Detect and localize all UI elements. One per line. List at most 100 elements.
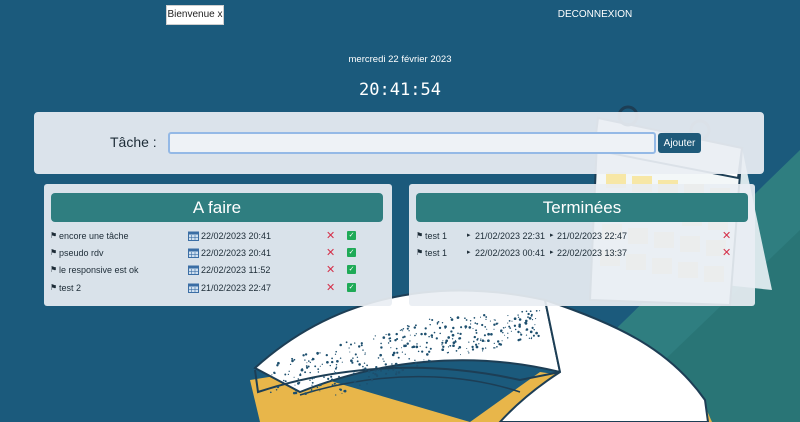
speckle — [468, 326, 472, 329]
speckle — [385, 372, 388, 375]
logout-link[interactable]: DECONNEXION — [540, 8, 650, 22]
flag-icon: ⚑ — [416, 248, 424, 257]
done-title: Terminées — [416, 193, 748, 222]
speckle — [508, 319, 511, 322]
todo-item-date: 22/02/2023 20:41 — [201, 231, 272, 241]
speckle — [384, 363, 387, 366]
calendar-icon — [188, 283, 199, 293]
speckle — [319, 365, 321, 367]
check-icon[interactable]: ✓ — [347, 283, 356, 292]
speckle — [316, 389, 318, 391]
speckle — [394, 339, 397, 342]
speckle — [349, 351, 351, 353]
speckle — [356, 360, 359, 363]
check-icon[interactable]: ✓ — [347, 248, 356, 257]
speckle — [513, 324, 517, 327]
speckle — [402, 336, 405, 339]
speckle — [476, 322, 479, 325]
speckle — [430, 334, 434, 337]
speckle — [508, 325, 511, 328]
speckle — [484, 326, 487, 328]
speckle — [449, 345, 452, 347]
todo-item-name: test 2 — [59, 283, 82, 293]
speckle — [387, 342, 390, 344]
calendar-icon — [188, 248, 199, 258]
speckle — [408, 330, 410, 332]
delete-icon[interactable]: ✕ — [326, 280, 335, 296]
speckle — [539, 310, 541, 312]
speckle — [497, 322, 499, 324]
speckle — [502, 326, 505, 329]
speckle — [441, 322, 444, 324]
check-icon[interactable]: ✓ — [347, 231, 356, 240]
speckle — [364, 352, 366, 354]
speckle — [401, 347, 402, 349]
speckle — [348, 347, 350, 349]
flag-icon: ⚑ — [50, 265, 58, 274]
add-task-button[interactable]: Ajouter — [658, 133, 701, 153]
delete-icon[interactable]: ✕ — [722, 228, 731, 244]
speckle — [483, 334, 486, 337]
speckle — [367, 375, 370, 378]
speckle — [409, 334, 411, 336]
speckle — [294, 384, 296, 386]
delete-icon[interactable]: ✕ — [326, 245, 335, 261]
speckle — [334, 367, 337, 370]
speckle — [304, 392, 307, 395]
speckle — [507, 315, 509, 317]
speckle — [520, 332, 522, 334]
speckle — [370, 378, 374, 382]
task-input[interactable] — [168, 132, 656, 154]
speckle — [380, 342, 382, 345]
speckle — [493, 342, 495, 345]
speckle — [486, 328, 488, 330]
speckle — [339, 388, 343, 391]
speckle — [465, 327, 467, 329]
speckle — [319, 390, 321, 392]
delete-icon[interactable]: ✕ — [326, 262, 335, 278]
speckle — [446, 352, 449, 354]
speckle — [513, 317, 517, 321]
speckle — [401, 368, 405, 372]
speckle — [374, 369, 377, 372]
digital-clock: 20:41:54 — [359, 80, 441, 100]
speckle — [493, 347, 495, 349]
delete-icon[interactable]: ✕ — [326, 228, 335, 244]
speckle — [412, 345, 416, 349]
speckle — [317, 353, 319, 355]
speckle — [465, 319, 468, 321]
speckle — [382, 336, 386, 339]
speckle — [455, 350, 458, 352]
speckle — [469, 319, 472, 322]
speckle — [401, 351, 403, 353]
speckle — [406, 324, 409, 327]
todo-item: ⚑ test 2 21/02/2023 22:47 ✕ ✓ — [50, 280, 360, 296]
speckle — [479, 316, 482, 318]
speckle — [531, 326, 534, 329]
speckle — [276, 385, 280, 389]
speckle — [311, 377, 314, 380]
speckle — [311, 359, 313, 361]
speckle — [429, 323, 431, 326]
speckle — [367, 370, 371, 373]
speckle — [294, 389, 297, 392]
speckle — [485, 318, 487, 321]
check-icon[interactable]: ✓ — [347, 265, 356, 274]
speckle — [288, 370, 290, 372]
speckle — [517, 314, 519, 316]
speckle — [356, 356, 359, 358]
speckle — [374, 335, 376, 337]
speckle — [525, 319, 528, 323]
speckle — [353, 371, 355, 373]
speckle — [334, 371, 337, 375]
speckle — [445, 339, 449, 343]
delete-icon[interactable]: ✕ — [722, 245, 731, 261]
speckle — [296, 382, 300, 385]
flag-icon: ⚑ — [416, 231, 424, 240]
speckle — [307, 365, 310, 368]
todo-item-date: 22/02/2023 11:52 — [201, 265, 271, 275]
speckle — [377, 357, 380, 359]
speckle — [385, 333, 387, 336]
speckle — [439, 332, 441, 335]
speckle — [319, 352, 321, 354]
